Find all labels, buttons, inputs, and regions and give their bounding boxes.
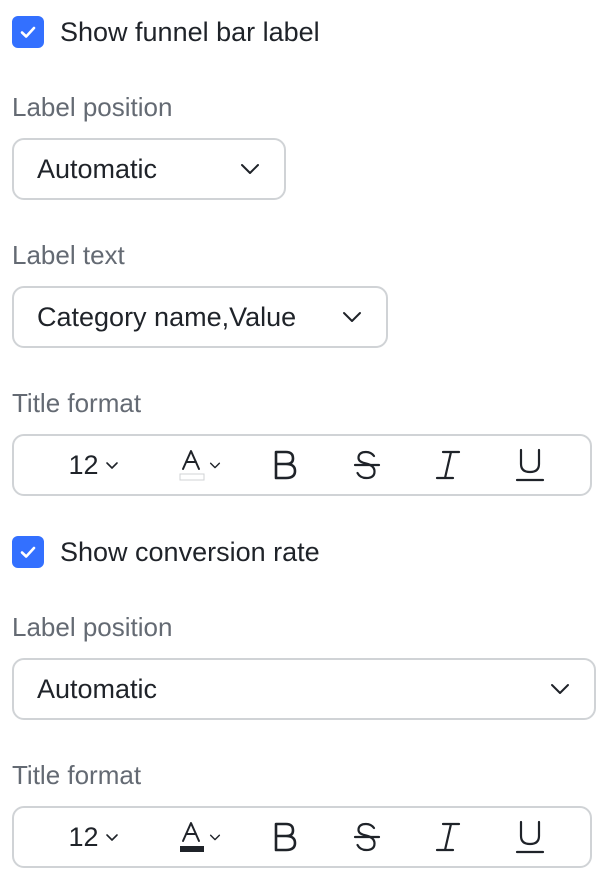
checkmark-icon: [20, 26, 36, 38]
label-position-value: Automatic: [37, 153, 158, 184]
show-conversion-rate-row[interactable]: Show conversion rate: [12, 535, 320, 569]
italic-icon: [435, 450, 461, 480]
font-size-value: 12: [68, 449, 99, 480]
bold-button[interactable]: [264, 436, 306, 494]
underline-icon: [515, 448, 545, 482]
chevron-down-icon: [105, 834, 118, 841]
show-funnel-bar-label-text: Show funnel bar label: [60, 16, 320, 47]
title-format-toolbar: 12: [12, 434, 592, 496]
show-conversion-rate-text: Show conversion rate: [60, 536, 320, 567]
strikethrough-button[interactable]: [346, 808, 388, 866]
italic-button[interactable]: [428, 808, 468, 866]
chevron-down-icon: [209, 834, 221, 841]
bold-icon: [274, 822, 297, 852]
title-format-heading: Title format: [12, 760, 142, 790]
font-size-value: 12: [68, 821, 99, 852]
chevron-down-icon: [343, 312, 361, 322]
checkmark-icon: [20, 546, 36, 558]
show-funnel-bar-label-checkbox[interactable]: [12, 16, 44, 48]
label-text-heading: Label text: [12, 240, 125, 270]
italic-button[interactable]: [428, 436, 468, 494]
underline-icon: [515, 820, 545, 854]
label-position-value: Automatic: [37, 673, 158, 704]
strikethrough-button[interactable]: [346, 436, 388, 494]
label-position-select[interactable]: Automatic: [12, 138, 286, 200]
label-text-value: Category name,Value: [37, 301, 297, 332]
chevron-down-icon: [551, 684, 569, 694]
title-format-toolbar: 12: [12, 806, 592, 868]
font-color-button[interactable]: [172, 436, 228, 494]
bold-icon: [274, 450, 297, 480]
label-position-heading: Label position: [12, 92, 173, 122]
font-size-select[interactable]: 12: [61, 808, 127, 866]
italic-icon: [435, 822, 461, 852]
font-color-icon: [179, 450, 205, 481]
label-position-select[interactable]: Automatic: [12, 658, 596, 720]
font-color-icon: [180, 822, 204, 852]
label-text-select[interactable]: Category name,Value: [12, 286, 388, 348]
strikethrough-icon: [353, 822, 381, 852]
chevron-down-icon: [209, 462, 221, 469]
chevron-down-icon: [105, 462, 118, 469]
font-color-button[interactable]: [172, 808, 228, 866]
show-conversion-rate-checkbox[interactable]: [12, 536, 44, 568]
bold-button[interactable]: [264, 808, 306, 866]
chevron-down-icon: [241, 164, 259, 174]
underline-button[interactable]: [508, 436, 552, 494]
title-format-heading: Title format: [12, 388, 142, 418]
underline-button[interactable]: [508, 808, 552, 866]
show-funnel-bar-label-row[interactable]: Show funnel bar label: [12, 15, 320, 49]
strikethrough-icon: [353, 450, 381, 480]
font-size-select[interactable]: 12: [61, 436, 127, 494]
label-position-heading: Label position: [12, 612, 173, 642]
